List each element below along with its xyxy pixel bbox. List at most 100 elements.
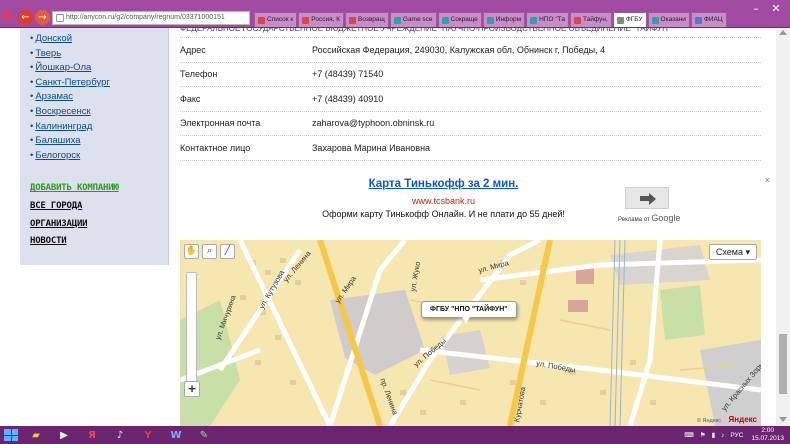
browser-tab[interactable]: Возвращ (345, 12, 389, 27)
info-value: +7 (48439) 71540 (312, 69, 384, 80)
windows-start-icon[interactable] (4, 429, 18, 441)
clock-time: 2:00 (761, 427, 775, 434)
close-icon[interactable]: ✕ (240, 12, 247, 21)
city-link[interactable]: Йошкар-Ола (30, 61, 110, 76)
explorer-icon[interactable]: ▰ (26, 427, 46, 443)
taskbar: ▰ ▶ Я ♪ Y W ✎ ⌨ ⚑ ▮ ♪ РУС 2:00 15.07.201… (0, 426, 790, 444)
info-value[interactable]: zaharova@typhoon.obninsk.ru (312, 118, 434, 128)
all-cities-link[interactable]: ВСЕ ГОРОДА (30, 198, 119, 216)
tab-favicon-icon (441, 16, 449, 24)
ad-arrow-button[interactable] (625, 187, 669, 209)
add-company-link[interactable]: ДОБАВИТЬ КОМПАНИЮ (30, 180, 119, 198)
tab-label: ФИАЦ (703, 16, 723, 23)
language-indicator[interactable]: РУС (730, 432, 743, 439)
ad-attribution[interactable]: Реклама от Google (618, 213, 680, 223)
keyboard-icon[interactable]: ⌨ (684, 431, 693, 439)
browser-tab[interactable]: Game sce (389, 12, 437, 27)
browser-tab[interactable]: ФИАЦ (690, 12, 727, 27)
tab-label: Game sce (402, 16, 433, 23)
tab-favicon-icon (694, 16, 702, 24)
page-content: ДонскойТверьЙошкар-ОлаСанкт-ПетербургАрз… (0, 28, 790, 426)
tab-favicon-icon (486, 16, 494, 24)
tab-label: ФГБУ (625, 16, 643, 23)
forward-button[interactable]: → (35, 10, 50, 25)
city-link[interactable]: Арзамас (30, 90, 110, 105)
hand-tool-icon[interactable]: ✋ (184, 244, 199, 259)
info-value: Российская Федерация, 249030, Калужская … (312, 44, 606, 55)
ad-close-icon[interactable]: ✕ (764, 176, 771, 185)
yandex-icon[interactable]: Я (82, 427, 102, 443)
yandex-browser-taskbar-icon[interactable]: Y (138, 427, 158, 443)
map-balloon[interactable]: ФГБУ "НПО "ТАЙФУН" (421, 301, 517, 324)
city-link[interactable]: Балашиха (30, 134, 110, 149)
info-row: Контактное лицо Захарова Марина Ивановна (180, 136, 761, 161)
scroll-up-icon[interactable] (779, 30, 787, 35)
map-copyright: © Яндекс (696, 418, 721, 424)
info-label: Электронная почта (180, 118, 261, 129)
window-controls: – ✕ (746, 2, 786, 16)
sidebar: ДонскойТверьЙошкар-ОлаСанкт-ПетербургАрз… (20, 28, 169, 265)
city-link[interactable]: Донской (30, 32, 110, 47)
speaker-icon[interactable]: ♪ (110, 427, 130, 443)
city-link[interactable]: Санкт-Петербург (30, 76, 110, 91)
tab-label: Информ (495, 16, 522, 23)
browser-tab[interactable]: Список к (254, 12, 298, 27)
media-player-icon[interactable]: ▶ (54, 427, 74, 443)
magnifier-icon[interactable]: ⌕ (202, 244, 217, 259)
tab-label: Возвращ (358, 16, 385, 23)
scroll-thumb[interactable] (779, 334, 787, 394)
tab-favicon-icon (651, 16, 659, 24)
tab-favicon-icon (349, 16, 356, 24)
zoom-in-button[interactable]: + (184, 381, 200, 397)
info-value: Захарова Марина Ивановна (312, 142, 431, 153)
map-type-dropdown[interactable]: Схема ▾ (708, 244, 757, 260)
browser-tab[interactable]: ФГБУ (612, 12, 647, 27)
info-row: Телефон +7 (48439) 71540 (180, 63, 761, 87)
info-label: Адрес (180, 44, 206, 55)
browser-tab[interactable]: Информ (482, 12, 526, 27)
browser-tab[interactable]: Сокраще (437, 12, 482, 27)
company-info: ФЕДЕРАЛЬНОЕ ГОСУДАРСТВЕННОЕ БЮДЖЕТНОЕ УЧ… (180, 28, 761, 161)
yandex-browser-icon[interactable]: Я (2, 9, 14, 23)
back-button[interactable]: ← (18, 10, 33, 25)
organizations-link[interactable]: ОРГАНИЗАЦИИ (30, 216, 119, 234)
search-icon[interactable]: ⌕ (229, 12, 233, 22)
minimize-icon[interactable]: – (746, 2, 766, 16)
tab-favicon-icon (393, 16, 401, 24)
scrollbar[interactable] (776, 28, 790, 426)
yandex-map[interactable]: ✋ ⌕ ╱ + Схема ▾ ул. Ленина ул. Мичурина … (180, 240, 761, 426)
browser-tab[interactable]: Оказани (647, 12, 690, 27)
address-text: http://anycon.ru/g2/company/regnum/03371… (66, 14, 225, 21)
tab-label: Тайфун, (582, 16, 608, 23)
word-icon[interactable]: W (166, 427, 186, 443)
city-link[interactable]: Калининград (30, 120, 110, 135)
paint-icon[interactable]: ✎ (194, 427, 214, 443)
tab-favicon-icon (573, 16, 581, 24)
news-link[interactable]: НОВОСТИ (30, 233, 119, 251)
browser-tab[interactable]: Россия, К (298, 12, 344, 27)
ruler-icon[interactable]: ╱ (220, 244, 235, 259)
network-icon[interactable]: ▮ (712, 431, 716, 439)
browser-tab[interactable]: Тайфун, (569, 12, 612, 27)
city-link[interactable]: Воскресенск (30, 105, 110, 120)
flag-icon[interactable]: ⚑ (700, 431, 706, 439)
city-link[interactable]: Белогорск (30, 149, 110, 164)
volume-icon[interactable]: ♪ (721, 432, 724, 439)
info-row: Адрес Российская Федерация, 249030, Калуж… (180, 38, 761, 63)
address-bar[interactable]: http://anycon.ru/g2/company/regnum/03371… (52, 11, 250, 25)
tab-label: Россия, К (311, 16, 340, 23)
browser-tab[interactable]: НПО "Та (526, 12, 569, 27)
ad-block: Карта Тинькофф за 2 мин. www.tcsbank.ru … (180, 175, 771, 230)
city-link[interactable]: Тверь (30, 47, 110, 62)
close-window-icon[interactable]: ✕ (766, 2, 786, 16)
clock[interactable]: 2:00 15.07.2013 (751, 427, 784, 443)
page-icon (56, 14, 64, 22)
tab-label: Оказани (660, 16, 686, 23)
company-title: ФЕДЕРАЛЬНОЕ ГОСУДАРСТВЕННОЕ БЮДЖЕТНОЕ УЧ… (180, 28, 761, 38)
city-list: ДонскойТверьЙошкар-ОлаСанкт-ПетербургАрз… (30, 32, 110, 163)
tab-favicon-icon (258, 16, 265, 24)
scroll-down-icon[interactable] (779, 417, 787, 422)
tab-label: Сокраще (450, 16, 478, 23)
zoom-slider[interactable] (186, 272, 197, 382)
tab-label: Список к (267, 16, 294, 23)
